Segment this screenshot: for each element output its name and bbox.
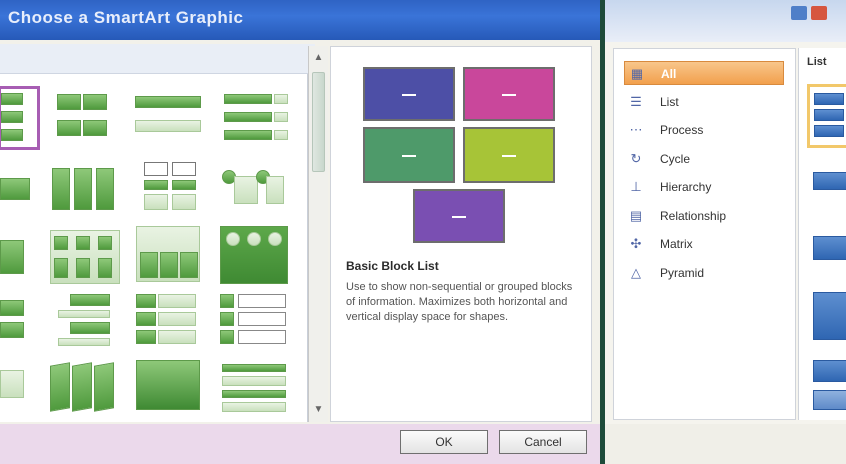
layout-thumbnail[interactable]: [48, 358, 118, 414]
hierarchy-icon: ⊥: [630, 179, 642, 194]
category-item-list[interactable]: ☰ List: [624, 90, 784, 114]
layout-thumbnail[interactable]: [0, 170, 36, 210]
layout-thumbnail[interactable]: [0, 364, 28, 410]
cycle-icon: ↻: [630, 150, 642, 166]
layout-thumbnail[interactable]: [56, 292, 114, 350]
preview-thumbnail[interactable]: [813, 236, 846, 260]
layout-thumbnail[interactable]: [222, 90, 294, 146]
category-preview-column: List: [798, 48, 846, 420]
preview-block: [463, 127, 555, 183]
category-list: ▦ All ☰ List ⋯ Process ↻ Cycle ⊥ Hierarchy ▤ Relati…: [613, 48, 796, 420]
category-label: Cycle: [660, 151, 691, 166]
layout-thumbnail[interactable]: [50, 230, 122, 286]
help-icon[interactable]: [791, 6, 807, 20]
list-icon: ☰: [630, 93, 642, 109]
category-item-hierarchy[interactable]: ⊥ Hierarchy: [624, 175, 784, 199]
layout-thumbnail[interactable]: [52, 166, 118, 214]
preview-column-header: List: [807, 56, 827, 68]
layout-thumbnail[interactable]: [134, 292, 200, 350]
relationship-icon: ▤: [629, 207, 643, 223]
layout-preview-pane: [330, 46, 592, 422]
close-icon[interactable]: [811, 6, 827, 20]
preview-thumbnail[interactable]: [813, 172, 846, 190]
pyramid-icon: △: [631, 264, 641, 280]
title-bar[interactable]: Choose a SmartArt Graphic: [0, 0, 600, 40]
layout-thumbnail[interactable]: [0, 296, 28, 346]
scroll-down-icon[interactable]: ▼: [311, 404, 326, 416]
category-item-matrix[interactable]: ✣ Matrix: [624, 232, 784, 256]
layout-thumbnail[interactable]: [136, 226, 202, 284]
category-label: Process: [660, 123, 704, 137]
layout-thumbnail[interactable]: [220, 166, 286, 212]
preview-block: [463, 67, 555, 121]
category-label: Relationship: [660, 208, 727, 223]
layout-thumbnail[interactable]: [220, 226, 290, 286]
layout-thumbnail[interactable]: [218, 290, 290, 350]
right-title-bar[interactable]: [605, 0, 846, 42]
preview-description: Use to show non-sequential or grouped bl…: [346, 281, 573, 323]
category-item-relationship[interactable]: ▤ Relationship: [624, 204, 784, 228]
selected-preview-tile[interactable]: [807, 84, 846, 148]
layout-thumbnail[interactable]: [0, 234, 28, 284]
matrix-icon: ✣: [630, 236, 642, 251]
smartart-dialog: Choose a SmartArt Graphic ▲ ▼ Basic Bloc…: [0, 0, 600, 464]
preview-block: [363, 127, 455, 183]
layout-thumbnail[interactable]: [220, 360, 290, 416]
category-label: Pyramid: [660, 265, 705, 280]
category-item-all[interactable]: ▦ All: [624, 61, 784, 85]
gallery-scrollbar[interactable]: ▲ ▼: [308, 46, 328, 422]
cancel-button[interactable]: Cancel: [499, 430, 587, 454]
layout-gallery: [0, 74, 308, 422]
category-item-cycle[interactable]: ↻ Cycle: [624, 147, 784, 171]
layout-thumbnail[interactable]: [136, 358, 202, 414]
preview-title: Basic Block List: [346, 259, 439, 273]
screen: Choose a SmartArt Graphic ▲ ▼ Basic Bloc…: [0, 0, 846, 464]
scroll-thumb[interactable]: [312, 72, 325, 172]
category-label: Matrix: [660, 237, 693, 251]
category-item-process[interactable]: ⋯ Process: [624, 118, 784, 142]
category-label: All: [661, 67, 677, 81]
layout-thumbnail[interactable]: [133, 92, 205, 142]
layout-thumbnail[interactable]: [55, 92, 111, 142]
preview-block: [413, 189, 505, 243]
category-dialog: ▦ All ☰ List ⋯ Process ↻ Cycle ⊥ Hierarchy ▤ Relati…: [605, 0, 846, 464]
process-icon: ⋯: [629, 122, 643, 137]
preview-thumbnail[interactable]: [813, 360, 846, 382]
category-item-pyramid[interactable]: △ Pyramid: [624, 261, 784, 285]
category-label: Hierarchy: [660, 180, 712, 194]
preview-block: [363, 67, 455, 121]
grid-icon: ▦: [630, 66, 644, 81]
preview-thumbnail[interactable]: [813, 390, 846, 410]
right-footer: [605, 424, 846, 464]
preview-thumbnail[interactable]: [813, 292, 846, 340]
selected-layout-thumbnail[interactable]: [0, 86, 40, 150]
gallery-header-strip: [0, 44, 315, 74]
scroll-up-icon[interactable]: ▲: [311, 52, 326, 64]
ok-button[interactable]: OK: [400, 430, 488, 454]
layout-thumbnail[interactable]: [140, 160, 200, 216]
window-title: Choose a SmartArt Graphic: [8, 8, 244, 27]
category-label: List: [660, 94, 679, 109]
